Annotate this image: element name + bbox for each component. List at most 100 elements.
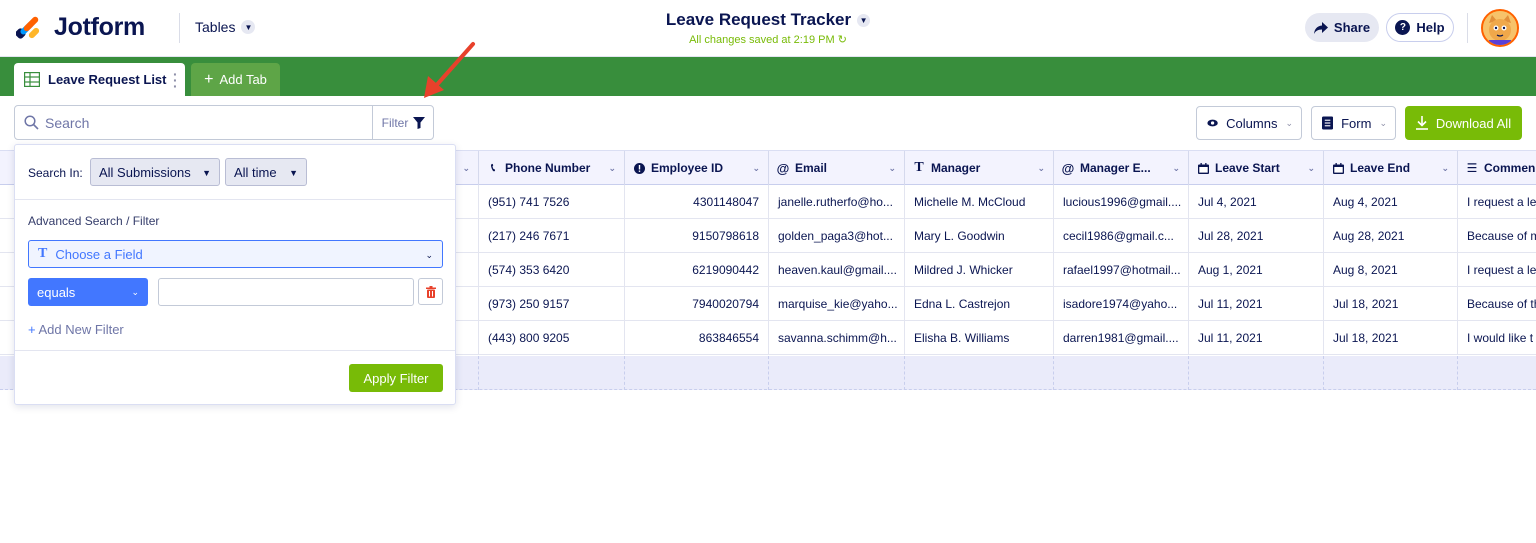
table-cell-manager-email[interactable]: darren1981@gmail.... xyxy=(1054,321,1189,355)
table-cell-leave-end[interactable]: Aug 8, 2021 xyxy=(1324,253,1458,287)
column-header-comments[interactable]: ☰ Commen xyxy=(1458,151,1536,185)
table-cell-leave-start[interactable]: Aug 1, 2021 xyxy=(1189,253,1324,287)
save-status: All changes saved at 2:19 PM ↻ xyxy=(0,33,1536,46)
time-range-select[interactable]: All time ▼ xyxy=(225,158,307,186)
table-cell-manager[interactable]: Mildred J. Whicker xyxy=(905,253,1054,287)
table-cell-email[interactable]: heaven.kaul@gmail.... xyxy=(769,253,905,287)
table-cell-comment[interactable]: Because of m xyxy=(1458,219,1536,253)
table-cell-phone[interactable]: (951) 741 7526 xyxy=(479,185,625,219)
column-header-employee-id[interactable]: Employee ID ⌄ xyxy=(625,151,769,185)
avatar[interactable] xyxy=(1481,9,1519,47)
table-cell-employee-id[interactable]: 863846554 xyxy=(625,321,769,355)
download-icon xyxy=(1415,116,1428,130)
add-tab-button[interactable]: + Add Tab xyxy=(191,63,280,96)
share-button[interactable]: Share xyxy=(1305,13,1379,42)
table-cell-email[interactable]: marquise_kie@yaho... xyxy=(769,287,905,321)
column-header-email[interactable]: @ Email ⌄ xyxy=(769,151,905,185)
table-cell-leave-start[interactable]: Jul 4, 2021 xyxy=(1189,185,1324,219)
new-row-cell[interactable] xyxy=(769,356,905,390)
table-cell-email[interactable]: savanna.schimm@h... xyxy=(769,321,905,355)
table-cell-comment[interactable]: Because of th xyxy=(1458,287,1536,321)
column-header-manager-email[interactable]: @ Manager E... ⌄ xyxy=(1054,151,1189,185)
column-header-label: Manager E... xyxy=(1080,161,1151,175)
search-scope-value: All Submissions xyxy=(99,164,191,180)
new-row-cell[interactable] xyxy=(479,356,625,390)
document-title-text: Leave Request Tracker xyxy=(665,10,852,29)
column-header-label: Phone Number xyxy=(505,161,591,175)
search-scope-select[interactable]: All Submissions ▼ xyxy=(90,158,220,186)
add-new-filter-label: Add New Filter xyxy=(38,322,124,337)
filter-button[interactable]: Filter xyxy=(372,106,434,139)
table-cell-employee-id[interactable]: 7940020794 xyxy=(625,287,769,321)
table-cell-phone[interactable]: (443) 800 9205 xyxy=(479,321,625,355)
operator-select[interactable]: equals ⌄ xyxy=(28,278,148,306)
table-cell-leave-start[interactable]: Jul 28, 2021 xyxy=(1189,219,1324,253)
chevron-down-icon: ⌄ xyxy=(1441,163,1449,173)
table-cell-leave-start[interactable]: Jul 11, 2021 xyxy=(1189,287,1324,321)
refresh-icon: ↻ xyxy=(837,34,847,46)
table-cell-manager[interactable]: Michelle M. McCloud xyxy=(905,185,1054,219)
time-range-value: All time xyxy=(234,164,277,180)
table-cell-employee-id[interactable]: 9150798618 xyxy=(625,219,769,253)
column-header-label: Leave Start xyxy=(1215,161,1280,175)
search-icon xyxy=(24,115,39,130)
table-cell-manager-email[interactable]: lucious1996@gmail.... xyxy=(1054,185,1189,219)
table-cell-comment[interactable]: I request a le xyxy=(1458,185,1536,219)
new-row-cell[interactable] xyxy=(905,356,1054,390)
table-cell-comment[interactable]: I request a le xyxy=(1458,253,1536,287)
table-cell-leave-end[interactable]: Aug 28, 2021 xyxy=(1324,219,1458,253)
column-header-leave-end[interactable]: Leave End ⌄ xyxy=(1324,151,1458,185)
columns-button[interactable]: Columns ⌄ xyxy=(1196,106,1302,140)
tab-leave-request-list[interactable]: Leave Request List · · · xyxy=(14,63,185,96)
chevron-down-icon: ⌄ xyxy=(1307,163,1315,173)
add-tab-label: Add Tab xyxy=(219,72,267,87)
table-cell-manager[interactable]: Elisha B. Williams xyxy=(905,321,1054,355)
help-button[interactable]: ? Help xyxy=(1386,13,1454,42)
apply-filter-button[interactable]: Apply Filter xyxy=(349,364,443,392)
column-header-phone-number[interactable]: 📞︎ Phone Number ⌄ xyxy=(479,151,625,185)
table-cell-employee-id[interactable]: 6219090442 xyxy=(625,253,769,287)
table-cell-manager-email[interactable]: cecil1986@gmail.c... xyxy=(1054,219,1189,253)
table-cell-email[interactable]: golden_paga3@hot... xyxy=(769,219,905,253)
table-cell-leave-end[interactable]: Jul 18, 2021 xyxy=(1324,287,1458,321)
tab-label: Leave Request List xyxy=(48,72,167,87)
calendar-icon xyxy=(1197,162,1209,174)
table-cell-employee-id[interactable]: 4301148047 xyxy=(625,185,769,219)
table-cell-email[interactable]: janelle.rutherfo@ho... xyxy=(769,185,905,219)
table-cell-leave-end[interactable]: Aug 4, 2021 xyxy=(1324,185,1458,219)
new-row-cell[interactable] xyxy=(1324,356,1458,390)
filter-value-input[interactable] xyxy=(158,278,414,306)
delete-filter-button[interactable] xyxy=(418,278,443,305)
chevron-down-icon: ⌄ xyxy=(131,287,139,297)
table-cell-phone[interactable]: (574) 353 6420 xyxy=(479,253,625,287)
new-row-cell[interactable] xyxy=(625,356,769,390)
column-header-leave-start[interactable]: Leave Start ⌄ xyxy=(1189,151,1324,185)
table-cell-leave-start[interactable]: Jul 11, 2021 xyxy=(1189,321,1324,355)
field-select[interactable]: T Choose a Field ⌄ xyxy=(28,240,443,268)
table-icon xyxy=(24,72,40,87)
help-icon: ? xyxy=(1395,20,1411,35)
new-row-cell[interactable] xyxy=(1189,356,1324,390)
form-button[interactable]: Form ⌄ xyxy=(1311,106,1396,140)
info-icon xyxy=(633,162,645,174)
table-cell-manager-email[interactable]: isadore1974@yaho... xyxy=(1054,287,1189,321)
table-cell-manager-email[interactable]: rafael1997@hotmail... xyxy=(1054,253,1189,287)
add-new-filter-link[interactable]: + Add New Filter xyxy=(28,322,124,337)
search-input[interactable] xyxy=(45,106,375,139)
column-header-label: Leave End xyxy=(1350,161,1411,175)
table-cell-phone[interactable]: (973) 250 9157 xyxy=(479,287,625,321)
new-row-cell[interactable] xyxy=(1054,356,1189,390)
table-cell-phone[interactable]: (217) 246 7671 xyxy=(479,219,625,253)
table-cell-manager[interactable]: Mary L. Goodwin xyxy=(905,219,1054,253)
table-cell-manager[interactable]: Edna L. Castrejon xyxy=(905,287,1054,321)
column-header-manager[interactable]: T Manager ⌄ xyxy=(905,151,1054,185)
divider xyxy=(15,350,455,351)
share-label: Share xyxy=(1333,20,1371,35)
download-all-button[interactable]: Download All xyxy=(1405,106,1522,140)
more-options-icon[interactable]: · · · xyxy=(173,67,178,93)
top-header: Jotform Tables ▼ Leave Request Tracker ▼ … xyxy=(0,0,1536,57)
chevron-down-icon: ⌄ xyxy=(608,163,616,173)
table-cell-comment[interactable]: I would like t xyxy=(1458,321,1536,355)
table-cell-leave-end[interactable]: Jul 18, 2021 xyxy=(1324,321,1458,355)
operator-value: equals xyxy=(37,284,76,300)
